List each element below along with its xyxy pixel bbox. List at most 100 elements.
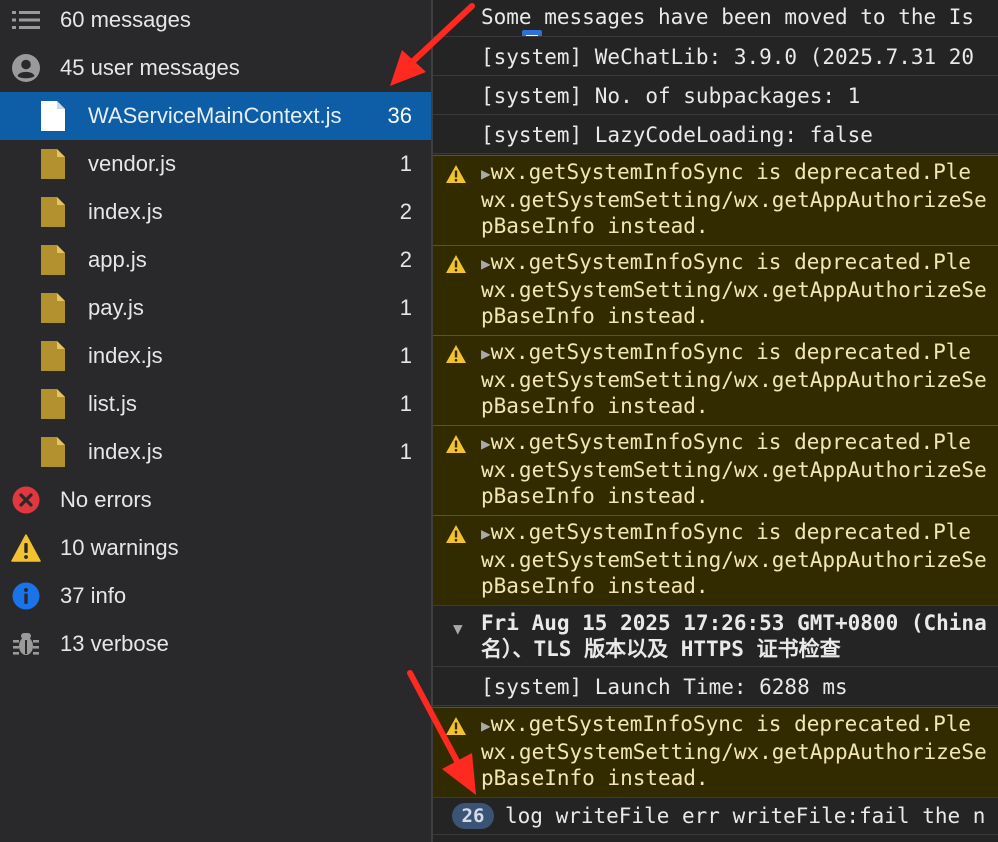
sidebar-item-label: 37 info	[60, 583, 127, 608]
sidebar-file-item[interactable]: list.js 1	[0, 380, 431, 428]
js-file-icon	[38, 389, 68, 419]
console-message[interactable]: [system] WeChatLib: 3.9.0 (2025.7.31 20	[433, 38, 998, 76]
console-warning[interactable]: ▶wx.getSystemInfoSync is deprecated.Ple …	[433, 425, 998, 515]
message-count: 2	[399, 247, 412, 272]
message-text: wx.getSystemInfoSync is deprecated.Ple	[490, 160, 972, 184]
warning-icon	[445, 254, 467, 280]
sidebar-item-label: vendor.js	[88, 151, 177, 176]
sidebar-file-item[interactable]: index.js 1	[0, 428, 431, 476]
message-text: pBaseInfo instead.	[481, 574, 709, 598]
user-icon	[11, 53, 41, 83]
warning-icon	[11, 533, 41, 563]
warning-icon	[445, 344, 467, 370]
console-message[interactable]: [system] Launch Time: 6288 ms	[433, 668, 998, 706]
message-text: wx.getSystemSetting/wx.getAppAuthorizeSe	[481, 278, 987, 302]
repeat-count-badge: 26	[452, 803, 494, 829]
sidebar-item-label: index.js	[88, 343, 163, 368]
sidebar-item-label: app.js	[88, 247, 147, 272]
message-text: pBaseInfo instead.	[481, 484, 709, 508]
console-warning[interactable]: ▶wx.getSystemInfoSync is deprecated.Ple …	[433, 707, 998, 797]
message-text: wx.getSystemSetting/wx.getAppAuthorizeSe	[481, 548, 987, 572]
message-text: wx.getSystemSetting/wx.getAppAuthorizeSe	[481, 740, 987, 764]
console-warning[interactable]: ▶wx.getSystemInfoSync is deprecated.Ple …	[433, 155, 998, 245]
js-file-icon	[38, 293, 68, 323]
sidebar-file-item[interactable]: vendor.js 1	[0, 140, 431, 188]
message-text: wx.getSystemSetting/wx.getAppAuthorizeSe	[481, 458, 987, 482]
sidebar-item-warnings[interactable]: 10 warnings	[0, 524, 431, 572]
sidebar-file-item[interactable]: index.js 2	[0, 188, 431, 236]
expand-triangle-icon[interactable]: ▶	[481, 434, 491, 453]
message-text: wx.getSystemSetting/wx.getAppAuthorizeSe	[481, 368, 987, 392]
expand-triangle-icon[interactable]: ▶	[481, 344, 491, 363]
message-text: [system] WeChatLib: 3.9.0 (2025.7.31 20	[481, 45, 975, 69]
console-message[interactable]: [system] LazyCodeLoading: false	[433, 116, 998, 154]
error-icon	[11, 485, 41, 515]
info-icon	[11, 581, 41, 611]
message-text: wx.getSystemInfoSync is deprecated.Ple	[490, 430, 972, 454]
console-sidebar: 60 messages 45 user messages WAServiceMa…	[0, 0, 431, 842]
sidebar-item-label: No errors	[60, 487, 152, 512]
js-file-icon	[38, 149, 68, 179]
sidebar-item-user-messages[interactable]: 45 user messages	[0, 44, 431, 92]
sidebar-item-label: WAServiceMainContext.js	[88, 103, 342, 128]
message-text: wx.getSystemInfoSync is deprecated.Ple	[490, 340, 972, 364]
js-file-icon	[38, 245, 68, 275]
expand-triangle-icon[interactable]: ▶	[481, 164, 491, 183]
console-group-header[interactable]: ▼ Fri Aug 15 2025 17:26:53 GMT+0800 (Chi…	[433, 605, 998, 667]
message-text: pBaseInfo instead.	[481, 214, 709, 238]
message-text: wx.getSystemSetting/wx.getAppAuthorizeSe	[481, 188, 987, 212]
message-count: 2	[399, 199, 412, 224]
sidebar-file-item[interactable]: WAServiceMainContext.js 36	[0, 92, 431, 140]
expand-triangle-icon[interactable]: ▶	[481, 716, 491, 735]
sidebar-file-item[interactable]: pay.js 1	[0, 284, 431, 332]
console-warning[interactable]: ▶wx.getSystemInfoSync is deprecated.Ple …	[433, 245, 998, 335]
group-title: Fri Aug 15 2025 17:26:53 GMT+0800 (China	[481, 611, 987, 635]
warning-icon	[445, 434, 467, 460]
collapse-triangle-icon[interactable]: ▼	[453, 616, 463, 642]
message-count: 1	[399, 151, 412, 176]
sidebar-file-item[interactable]: app.js 2	[0, 236, 431, 284]
list-icon	[11, 5, 41, 35]
message-count: 1	[399, 439, 412, 464]
message-text: [system] LazyCodeLoading: false	[481, 123, 873, 147]
expand-triangle-icon[interactable]: ▶	[481, 524, 491, 543]
message-text: Some messages have been moved to the Is	[481, 5, 975, 29]
sidebar-item-label: 60 messages	[60, 7, 191, 32]
message-text: pBaseInfo instead.	[481, 766, 709, 790]
sidebar-item-label: index.js	[88, 439, 163, 464]
sidebar-item-errors[interactable]: No errors	[0, 476, 431, 524]
js-file-icon	[38, 341, 68, 371]
warning-icon	[445, 524, 467, 550]
message-text: wx.getSystemInfoSync is deprecated.Ple	[490, 520, 972, 544]
console-warning[interactable]: ▶wx.getSystemInfoSync is deprecated.Ple …	[433, 515, 998, 605]
console-log-message[interactable]: 26 log writeFile err writeFile:fail the …	[433, 797, 998, 835]
warning-icon	[445, 164, 467, 190]
message-text: [system] No. of subpackages: 1	[481, 84, 861, 108]
console-message-info[interactable]: Some messages have been moved to the Is	[433, 0, 998, 37]
message-count: 36	[387, 103, 412, 128]
file-icon	[38, 101, 68, 131]
message-text: pBaseInfo instead.	[481, 304, 709, 328]
sidebar-item-verbose[interactable]: 13 verbose	[0, 620, 431, 668]
message-count: 1	[399, 391, 412, 416]
sidebar-file-item[interactable]: index.js 1	[0, 332, 431, 380]
bug-icon	[11, 629, 41, 659]
message-text: log writeFile err writeFile:fail the n	[505, 804, 986, 828]
console-message[interactable]: [system] No. of subpackages: 1	[433, 77, 998, 115]
sidebar-item-label: 13 verbose	[60, 631, 169, 656]
js-file-icon	[38, 437, 68, 467]
sidebar-item-info[interactable]: 37 info	[0, 572, 431, 620]
message-text: wx.getSystemInfoSync is deprecated.Ple	[490, 250, 972, 274]
message-count: 1	[399, 343, 412, 368]
message-text: pBaseInfo instead.	[481, 394, 709, 418]
sidebar-item-label: list.js	[88, 391, 137, 416]
warning-icon	[445, 716, 467, 742]
console-messages: Some messages have been moved to the Is …	[433, 0, 998, 842]
sidebar-item-label: index.js	[88, 199, 163, 224]
console-warning[interactable]: ▶wx.getSystemInfoSync is deprecated.Ple …	[433, 335, 998, 425]
message-count: 1	[399, 295, 412, 320]
sidebar-item-messages[interactable]: 60 messages	[0, 0, 431, 44]
expand-triangle-icon[interactable]: ▶	[481, 254, 491, 273]
sidebar-item-label: pay.js	[88, 295, 144, 320]
js-file-icon	[38, 197, 68, 227]
